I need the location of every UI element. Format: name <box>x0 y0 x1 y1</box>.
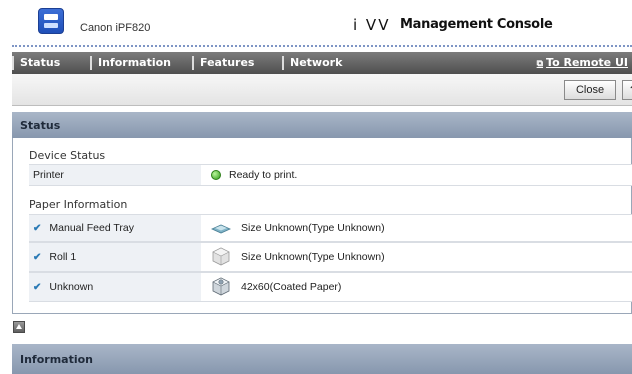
table-row: ✔ Unknown 42x60(Coated Paper) <box>29 272 632 302</box>
help-button[interactable]: ? <box>622 80 632 100</box>
table-row: ✔ Manual Feed Tray Size Unknown(Type Unk… <box>29 214 632 242</box>
paper-source-label: Roll 1 <box>49 251 77 263</box>
printer-label: Printer <box>33 169 64 181</box>
information-section-header[interactable]: Information <box>12 344 632 374</box>
table-row: Printer Ready to print. <box>29 164 632 186</box>
row-label: ✔ Manual Feed Tray <box>29 215 201 241</box>
paper-source-value: Size Unknown(Type Unknown) <box>241 251 385 263</box>
app-header: Canon iPF820 i VV Management Console <box>0 0 632 47</box>
console-logo: i VV <box>353 16 391 34</box>
status-section-header[interactable]: Status <box>12 112 632 138</box>
external-link-icon: ⧉ <box>536 59 544 69</box>
remote-ui-link[interactable]: ⧉ To Remote UI <box>537 56 628 69</box>
printer-status-text: Ready to print. <box>229 169 298 181</box>
paper-info-heading: Paper Information <box>29 198 128 211</box>
check-icon: ✔ <box>33 222 42 234</box>
paper-source-label: Manual Feed Tray <box>49 222 135 234</box>
tab-network[interactable]: Network <box>282 56 342 70</box>
roll-paper-loaded-icon <box>211 276 231 299</box>
main-nav: Status Information Features Network ⧉ To … <box>12 52 632 74</box>
console-title: Management Console <box>400 17 553 32</box>
row-value: Size Unknown(Type Unknown) <box>211 243 385 271</box>
collapse-icon[interactable] <box>13 321 25 333</box>
printer-icon <box>38 8 64 34</box>
remote-ui-label: To Remote UI <box>546 56 628 69</box>
manual-feed-tray-icon <box>211 220 231 237</box>
check-icon: ✔ <box>33 251 42 263</box>
check-icon: ✔ <box>33 281 42 293</box>
close-button[interactable]: Close <box>564 80 616 100</box>
paper-source-value: Size Unknown(Type Unknown) <box>241 222 385 234</box>
paper-source-label: Unknown <box>49 281 94 293</box>
tab-status[interactable]: Status <box>12 56 60 70</box>
roll-paper-icon <box>211 246 231 269</box>
paper-source-value: 42x60(Coated Paper) <box>241 281 342 293</box>
row-value: Ready to print. <box>211 165 297 185</box>
device-status-heading: Device Status <box>29 149 106 162</box>
tab-information[interactable]: Information <box>90 56 171 70</box>
status-panel: Device Status Printer Ready to print. Pa… <box>12 138 632 314</box>
row-value: Size Unknown(Type Unknown) <box>211 215 385 241</box>
tab-features[interactable]: Features <box>192 56 254 70</box>
row-label: Printer <box>29 165 201 185</box>
ready-status-icon <box>211 170 221 180</box>
row-label: ✔ Roll 1 <box>29 243 201 271</box>
table-row: ✔ Roll 1 Size Unknown(Type Unknown) <box>29 242 632 272</box>
row-value: 42x60(Coated Paper) <box>211 273 341 301</box>
device-name: Canon iPF820 <box>80 22 151 34</box>
toolbar: Close ? <box>12 74 632 106</box>
row-label: ✔ Unknown <box>29 273 201 301</box>
header-divider <box>12 45 632 47</box>
